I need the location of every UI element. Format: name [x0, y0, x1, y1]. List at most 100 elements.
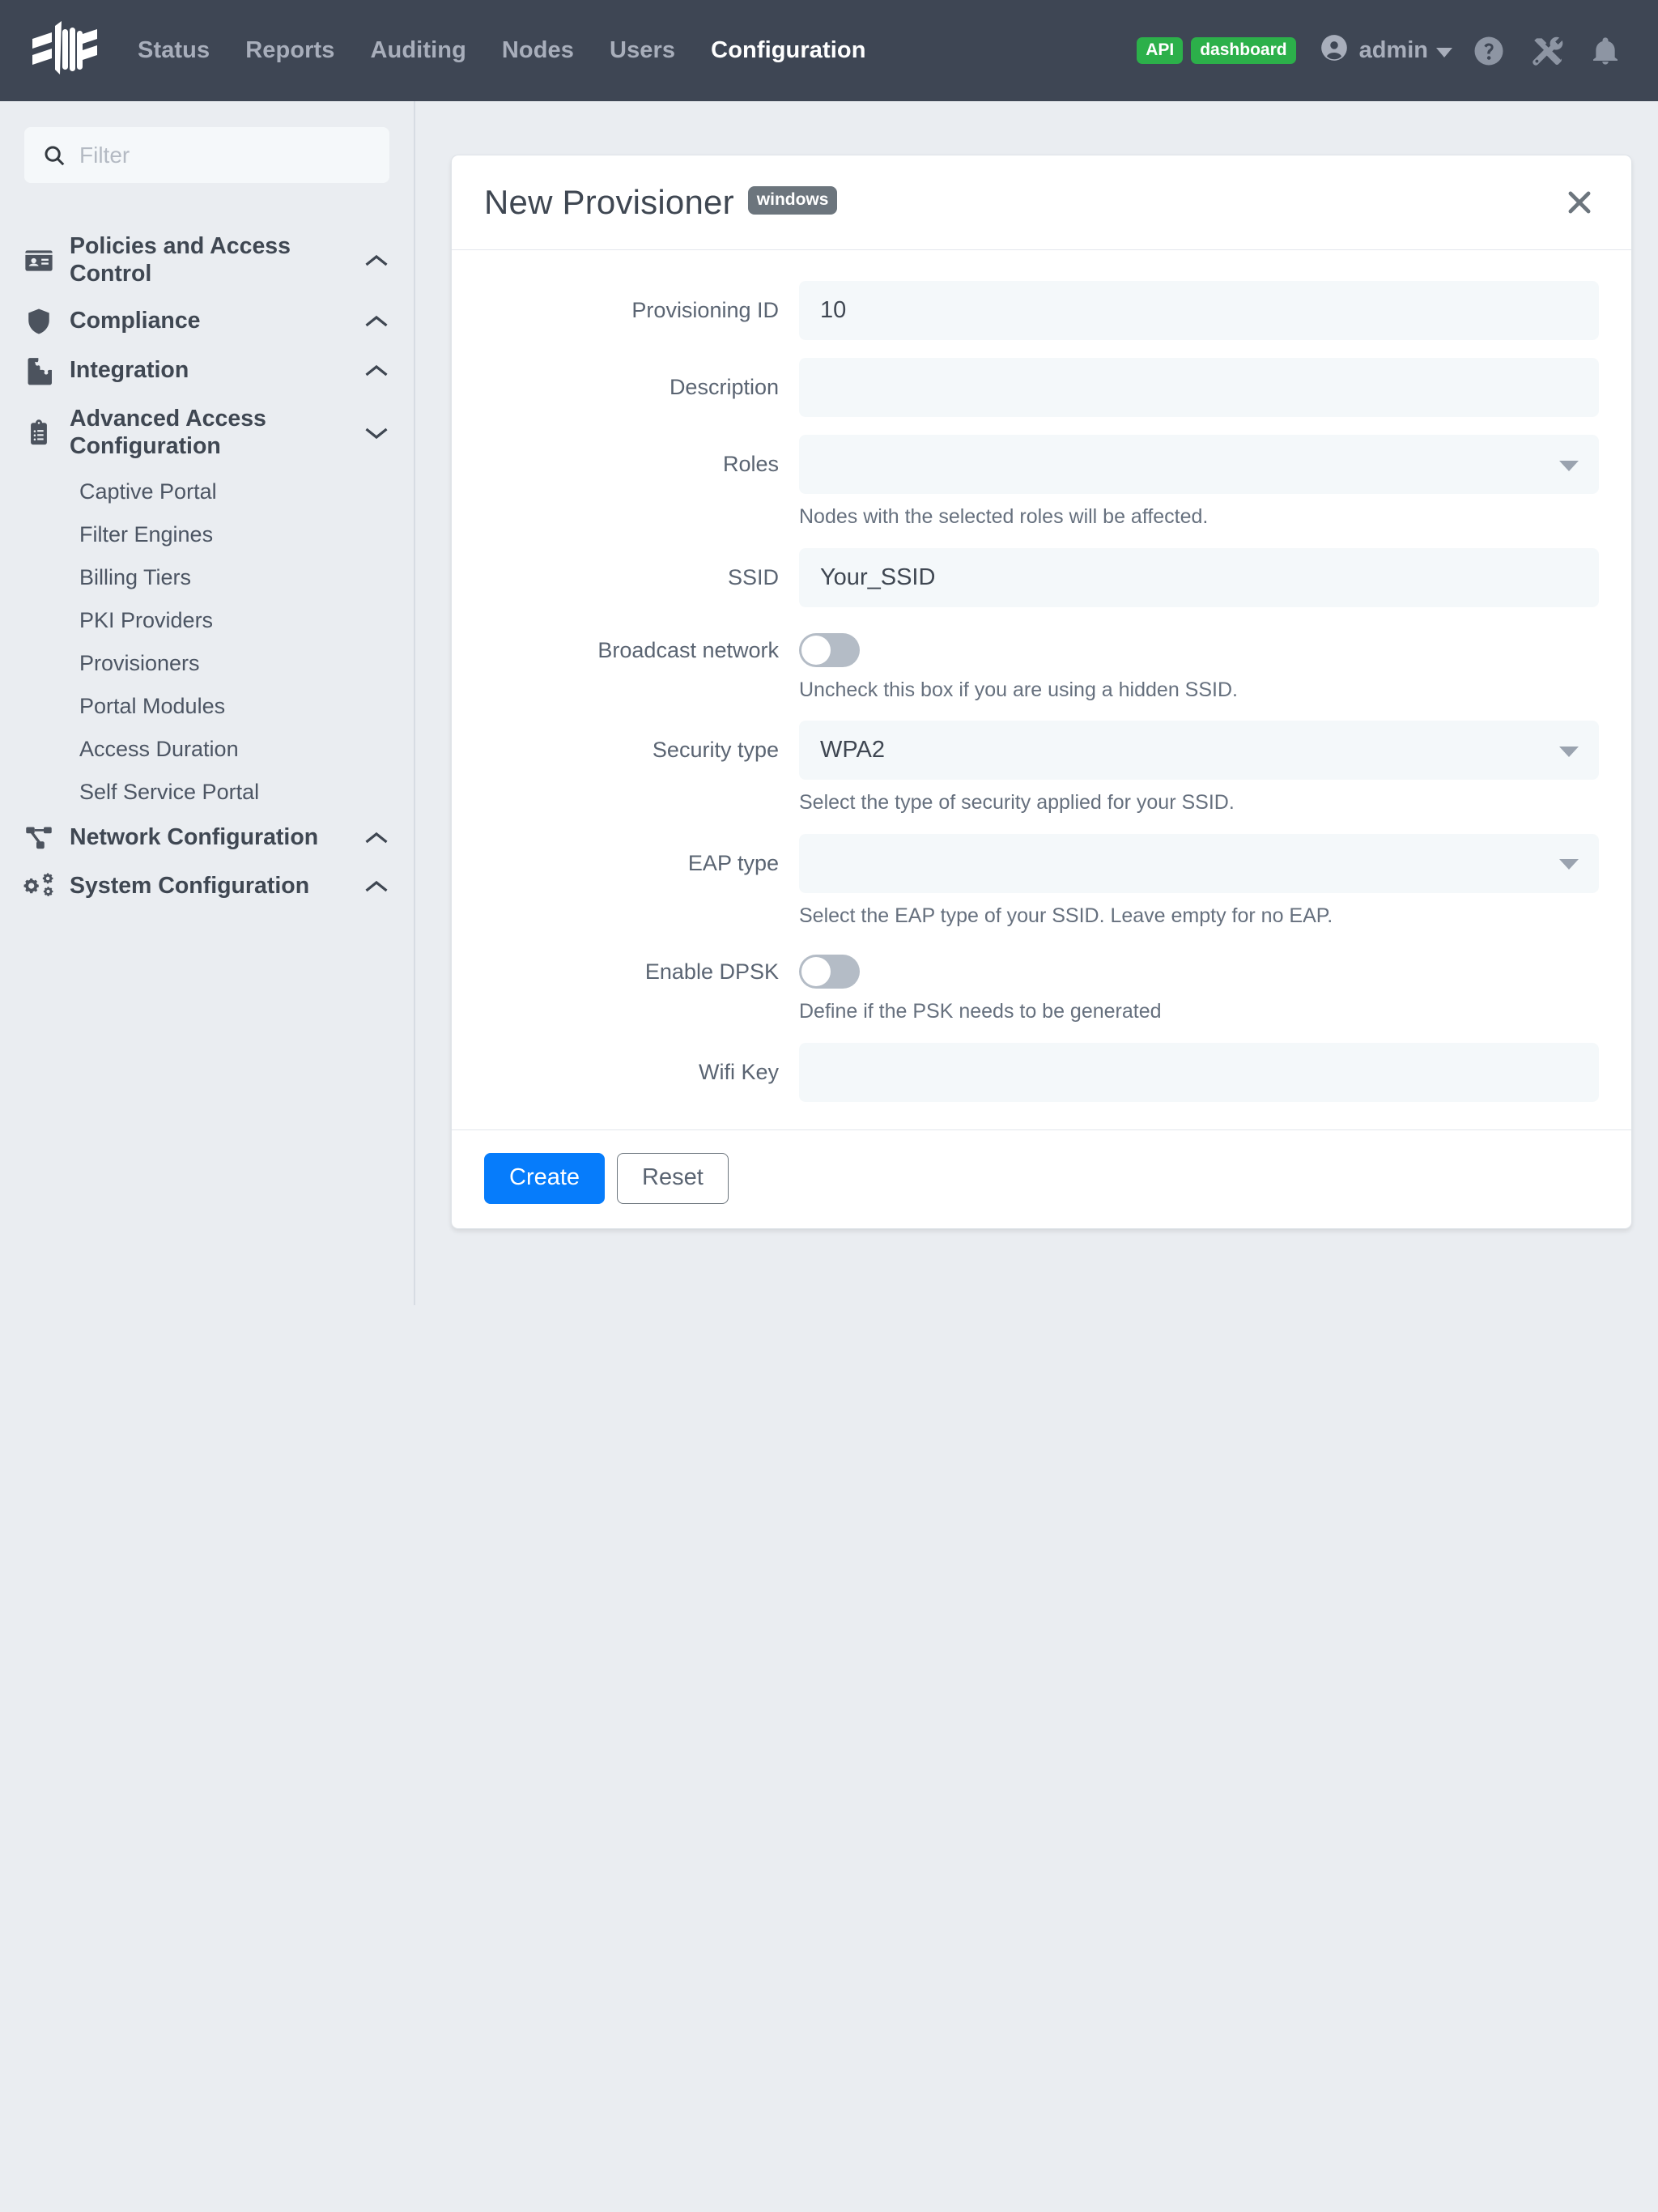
chevron-up-icon[interactable] — [360, 879, 393, 894]
create-button[interactable]: Create — [484, 1153, 605, 1205]
main-content: New Provisioner windows Provisioning ID … — [415, 101, 1658, 1229]
sidebar-item-captive-portal[interactable]: Captive Portal — [0, 470, 415, 513]
field-label: EAP type — [484, 834, 799, 893]
reset-button[interactable]: Reset — [617, 1153, 729, 1205]
sidebar-item-pki-providers[interactable]: PKI Providers — [0, 599, 415, 642]
dashboard-badge[interactable]: dashboard — [1191, 37, 1295, 64]
field-label: SSID — [484, 548, 799, 607]
page-title: New Provisioner — [484, 183, 734, 222]
chevron-down-icon — [1559, 747, 1579, 757]
close-icon[interactable] — [1560, 183, 1599, 222]
chevron-up-icon[interactable] — [360, 314, 393, 329]
packetfence-logo[interactable] — [24, 19, 102, 83]
page-layout: Policies and Access Control Compliance — [0, 101, 1658, 1308]
field-value: Your_SSID — [820, 564, 935, 591]
field-label: Description — [484, 358, 799, 417]
field-value: 10 — [820, 297, 846, 324]
nav-link-reports[interactable]: Reports — [227, 37, 352, 64]
card-header: New Provisioner windows — [452, 155, 1631, 250]
username-label: admin — [1359, 37, 1428, 64]
sidebar-item-portal-modules[interactable]: Portal Modules — [0, 685, 415, 728]
sidebar: Policies and Access Control Compliance — [0, 101, 415, 1308]
toggle-knob — [801, 636, 831, 665]
field-row-description: Description — [484, 358, 1599, 417]
puzzle-icon — [18, 355, 60, 386]
ssid-input[interactable]: Your_SSID — [799, 548, 1599, 607]
field-row-eap-type: EAP type Select the EAP type of your SSI… — [484, 834, 1599, 929]
sidebar-filter[interactable] — [24, 127, 389, 183]
field-label: Enable DPSK — [484, 946, 799, 997]
field-label: Security type — [484, 721, 799, 780]
cogs-icon — [18, 872, 60, 901]
toggle-knob — [801, 957, 831, 986]
eap-type-select[interactable] — [799, 834, 1599, 893]
field-help-text: Nodes with the selected roles will be af… — [799, 504, 1599, 530]
field-row-enable-dpsk: Enable DPSK Define if the PSK needs to b… — [484, 946, 1599, 1025]
field-help-text: Select the EAP type of your SSID. Leave … — [799, 903, 1599, 929]
field-label: Wifi Key — [484, 1043, 799, 1102]
chevron-down-icon — [1559, 461, 1579, 471]
provisioning-id-input[interactable]: 10 — [799, 281, 1599, 340]
chevron-down-icon — [1559, 859, 1579, 870]
field-help-text: Select the type of security applied for … — [799, 789, 1599, 816]
sidebar-group-compliance[interactable]: Compliance — [0, 297, 415, 346]
sidebar-group-label: Network Configuration — [70, 824, 360, 852]
nav-link-nodes[interactable]: Nodes — [484, 37, 592, 64]
primary-nav: Status Reports Auditing Nodes Users Conf… — [120, 37, 884, 64]
field-row-security-type: Security type WPA2 Select the type of se… — [484, 721, 1599, 816]
wifi-key-input[interactable] — [799, 1043, 1599, 1102]
sidebar-group-network-configuration[interactable]: Network Configuration — [0, 814, 415, 862]
sidebar-group-label: Policies and Access Control — [70, 233, 360, 287]
sidebar-group-policies-and-access-control[interactable]: Policies and Access Control — [0, 223, 415, 297]
roles-select[interactable] — [799, 435, 1599, 494]
card-body: Provisioning ID 10 Description — [452, 250, 1631, 1129]
field-help-text: Define if the PSK needs to be generated — [799, 998, 1599, 1025]
field-label: Provisioning ID — [484, 281, 799, 340]
filter-input[interactable] — [79, 143, 372, 168]
sidebar-group-label: Integration — [70, 357, 360, 385]
sidebar-item-access-duration[interactable]: Access Duration — [0, 728, 415, 771]
field-row-provisioning-id: Provisioning ID 10 — [484, 281, 1599, 340]
id-card-icon — [18, 245, 60, 276]
navbar-right: API dashboard admin — [1137, 29, 1627, 73]
security-type-select[interactable]: WPA2 — [799, 721, 1599, 780]
nav-link-configuration[interactable]: Configuration — [693, 37, 883, 64]
user-circle-icon — [1319, 32, 1350, 70]
search-icon — [42, 143, 66, 168]
chevron-up-icon[interactable] — [360, 364, 393, 378]
broadcast-network-toggle[interactable] — [799, 633, 860, 667]
card-footer: Create Reset — [452, 1129, 1631, 1229]
sidebar-group-label: Advanced Access Configuration — [70, 406, 360, 460]
provisioner-type-badge: windows — [748, 186, 838, 215]
chevron-down-icon[interactable] — [360, 426, 393, 440]
enable-dpsk-toggle[interactable] — [799, 955, 860, 989]
sidebar-group-label: Compliance — [70, 308, 360, 335]
sidebar-item-filter-engines[interactable]: Filter Engines — [0, 513, 415, 556]
new-provisioner-card: New Provisioner windows Provisioning ID … — [451, 155, 1632, 1229]
api-badge[interactable]: API — [1137, 37, 1183, 64]
tools-icon[interactable] — [1525, 29, 1569, 73]
shield-icon — [18, 307, 60, 336]
clipboard-list-icon — [18, 419, 60, 447]
sidebar-item-provisioners[interactable]: Provisioners — [0, 642, 415, 685]
field-value: WPA2 — [820, 737, 885, 764]
sidebar-group-label: System Configuration — [70, 873, 360, 900]
user-menu[interactable]: admin — [1319, 32, 1452, 70]
nav-link-status[interactable]: Status — [120, 37, 227, 64]
chevron-up-icon[interactable] — [360, 831, 393, 845]
help-circle-icon[interactable] — [1467, 29, 1511, 73]
field-label: Roles — [484, 435, 799, 494]
sidebar-item-self-service-portal[interactable]: Self Service Portal — [0, 771, 415, 814]
nav-link-users[interactable]: Users — [592, 37, 693, 64]
sidebar-group-system-configuration[interactable]: System Configuration — [0, 862, 415, 911]
sidebar-group-advanced-access-configuration[interactable]: Advanced Access Configuration — [0, 396, 415, 470]
description-input[interactable] — [799, 358, 1599, 417]
chevron-up-icon[interactable] — [360, 253, 393, 268]
nav-link-auditing[interactable]: Auditing — [353, 37, 484, 64]
field-row-roles: Roles Nodes with the selected roles will… — [484, 435, 1599, 530]
field-row-broadcast-network: Broadcast network Uncheck this box if yo… — [484, 625, 1599, 704]
chevron-down-icon — [1436, 48, 1452, 57]
bell-icon[interactable] — [1584, 29, 1627, 73]
sidebar-group-integration[interactable]: Integration — [0, 346, 415, 396]
sidebar-item-billing-tiers[interactable]: Billing Tiers — [0, 556, 415, 599]
